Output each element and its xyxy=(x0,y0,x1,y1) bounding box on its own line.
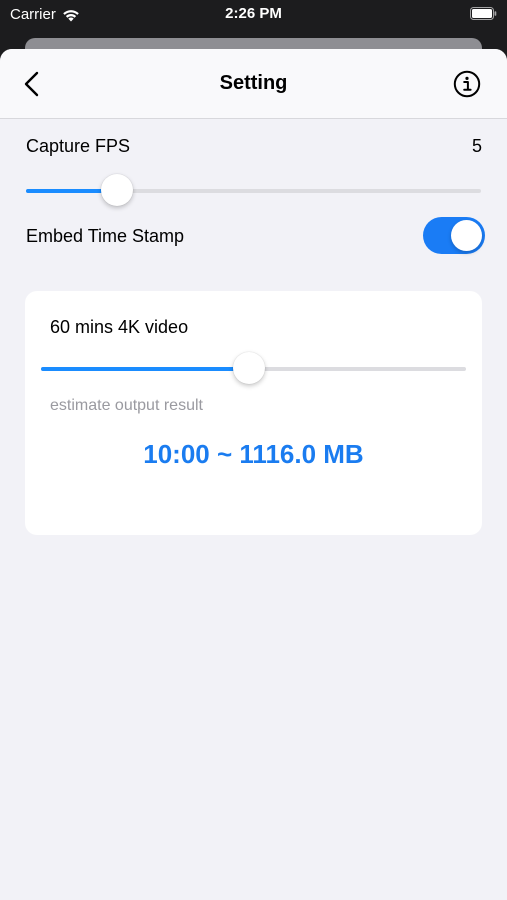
slider-thumb[interactable] xyxy=(101,174,133,206)
slider-fill xyxy=(41,367,250,371)
capture-fps-label: Capture FPS xyxy=(26,136,131,156)
capture-fps-value: 5 xyxy=(471,136,482,156)
video-duration-slider[interactable] xyxy=(41,352,466,384)
battery-icon xyxy=(470,7,497,20)
video-duration-label: 60 mins 4K video xyxy=(50,317,189,337)
embed-time-stamp-label: Embed Time Stamp xyxy=(26,226,185,246)
capture-fps-slider[interactable] xyxy=(26,174,481,206)
estimate-subtitle: estimate output result xyxy=(50,397,203,414)
embed-time-stamp-toggle[interactable] xyxy=(423,217,485,254)
status-bar: Carrier 2:26 PM xyxy=(0,0,507,30)
estimate-card: 60 mins 4K video estimate output result … xyxy=(25,291,482,535)
info-circle-icon[interactable] xyxy=(453,70,481,98)
toggle-knob xyxy=(451,220,482,251)
page-title: Setting xyxy=(219,72,288,94)
settings-sheet: Setting Capture FPS 5 Embed Time Stamp 6… xyxy=(0,49,507,900)
status-time: 2:26 PM xyxy=(225,5,282,22)
navigation-bar: Setting xyxy=(0,49,507,119)
slider-thumb[interactable] xyxy=(233,352,266,384)
estimate-result: 10:00 ~ 1116.0 MB xyxy=(143,439,364,469)
